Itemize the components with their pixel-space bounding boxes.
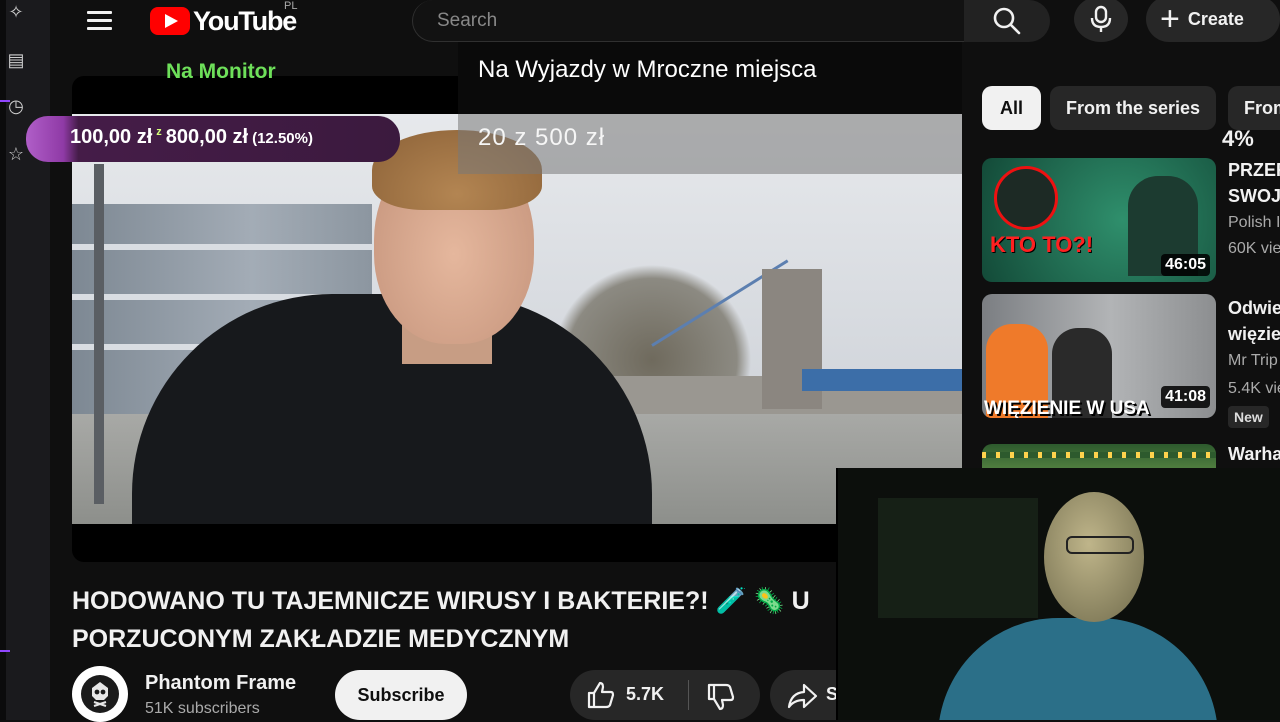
related-title-2[interactable]: Odwie <box>1228 294 1280 322</box>
webcam-person-shirt <box>938 618 1218 720</box>
plus-icon: + <box>1160 0 1180 38</box>
monitor-goal-label: Na Monitor <box>166 60 276 83</box>
goal-separator: z <box>156 126 162 138</box>
sparkle-icon[interactable]: ✧ <box>6 2 26 22</box>
channel-name[interactable]: Phantom Frame <box>145 672 296 695</box>
library-icon[interactable]: ▤ <box>6 50 26 70</box>
related-thumbnail-3[interactable] <box>982 444 1216 468</box>
related-title-2-line2[interactable]: więzie <box>1228 320 1280 348</box>
accent-mark <box>0 100 10 102</box>
search-input[interactable] <box>435 6 939 36</box>
donation-goal-text: 100,00 zł z 800,00 zł (12.50%) <box>70 126 313 149</box>
video-player[interactable] <box>72 114 962 524</box>
webcam-overlay <box>836 468 1280 720</box>
thumbnail-lights <box>982 452 1216 458</box>
star-icon[interactable]: ☆ <box>6 144 26 164</box>
subscribe-button[interactable]: Subscribe <box>335 670 467 720</box>
thumbnail-text: WIĘZIENIE W USA <box>984 398 1150 418</box>
skull-logo-icon <box>92 682 108 707</box>
stream-sidebar: ✧ ▤ ◷ ☆ <box>0 0 50 720</box>
goal-title: Na Wyjazdy w Mroczne miejsca <box>478 56 817 83</box>
related-thumbnail-2[interactable]: WIĘZIENIE W USA 41:08 <box>982 294 1216 418</box>
channel-avatar[interactable] <box>72 666 128 722</box>
subscriber-count: 51K subscribers <box>145 700 260 717</box>
share-icon <box>787 683 818 709</box>
percent-label: 4% <box>1222 126 1254 151</box>
webcam-person-glasses <box>1066 536 1134 554</box>
thumbnail-text: KTO TO?! <box>990 232 1094 257</box>
create-label: Create <box>1187 8 1244 29</box>
search-icon <box>993 7 1021 35</box>
history-icon[interactable]: ◷ <box>6 96 26 116</box>
video-scene-lamp-pole <box>94 164 104 504</box>
chip-all[interactable]: All <box>982 86 1042 130</box>
voice-search-button[interactable] <box>1074 0 1128 42</box>
create-button[interactable]: + Create <box>1146 0 1280 42</box>
related-channel-1[interactable]: Polish I <box>1228 214 1280 232</box>
logo-text: YouTube <box>193 5 297 36</box>
youtube-play-icon <box>150 7 190 35</box>
goal-target: 800,00 zł <box>165 126 249 148</box>
microphone-icon <box>1090 5 1112 32</box>
new-badge: New <box>1228 406 1269 428</box>
search-button[interactable] <box>964 0 1050 42</box>
related-title-1[interactable]: PRZER <box>1228 156 1280 184</box>
chip-from[interactable]: From <box>1228 86 1280 130</box>
like-divider <box>688 680 689 710</box>
thumbnail-circle <box>994 166 1058 230</box>
search-box[interactable] <box>412 0 964 42</box>
webcam-background <box>878 498 1038 618</box>
video-scene-bridge <box>802 369 962 391</box>
accent-mark <box>0 650 10 652</box>
menu-button[interactable] <box>86 8 114 34</box>
logo-region-code: PL <box>284 0 298 12</box>
related-title-3[interactable]: Warha <box>1228 440 1280 468</box>
dislike-icon[interactable] <box>706 682 736 712</box>
video-duration: 46:05 <box>1161 254 1210 276</box>
goal-amount: 100,00 zł <box>70 126 153 148</box>
video-title: HODOWANO TU TAJEMNICZE WIRUSY I BAKTERIE… <box>72 587 810 653</box>
related-title-1-line2[interactable]: SWOJ <box>1228 182 1280 210</box>
webcam-person-head <box>1044 492 1144 622</box>
youtube-logo[interactable]: YouTube <box>150 5 297 36</box>
related-channel-2[interactable]: Mr Trip <box>1228 352 1278 370</box>
related-thumbnail-1[interactable]: KTO TO?! 46:05 <box>982 158 1216 282</box>
related-views-2: 5.4K vie <box>1228 380 1280 397</box>
goal-percent: (12.50%) <box>252 130 313 147</box>
related-views-1: 60K vie <box>1228 240 1280 257</box>
like-count: 5.7K <box>626 684 665 704</box>
goal-progress-text: 20 z 500 zł <box>478 124 606 151</box>
chip-from-the-series[interactable]: From the series <box>1050 86 1217 130</box>
like-icon[interactable] <box>586 680 616 710</box>
video-duration: 41:08 <box>1161 386 1210 408</box>
